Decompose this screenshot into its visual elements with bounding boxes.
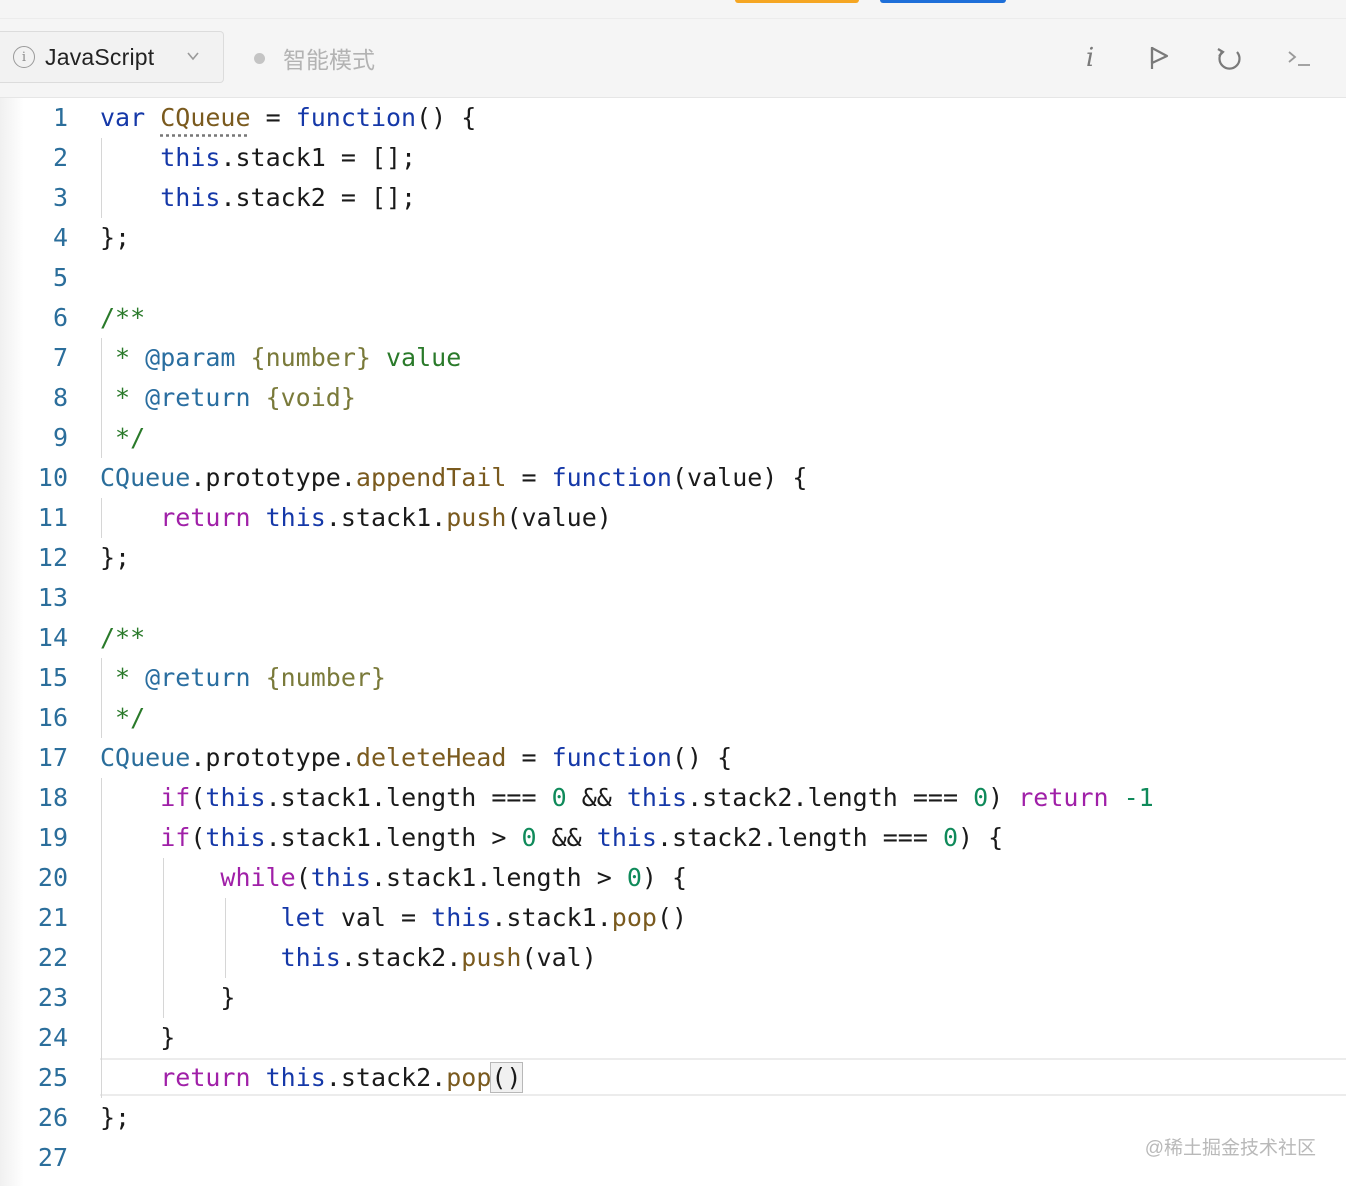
run-flag-icon[interactable] <box>1145 43 1175 73</box>
editor-toolbar: i JavaScript 智能模式 i <box>0 19 1346 98</box>
language-select[interactable]: i JavaScript <box>0 31 224 83</box>
code-line[interactable]: */ <box>100 698 145 738</box>
line-number: 4 <box>52 223 68 252</box>
top-tab-indicator-orange <box>735 0 859 3</box>
code-line[interactable]: this.stack1 = []; <box>100 138 416 178</box>
language-label: JavaScript <box>45 43 155 70</box>
smart-mode-toggle[interactable]: 智能模式 <box>254 39 375 77</box>
line-number: 20 <box>37 863 68 892</box>
line-number: 21 <box>37 903 68 932</box>
line-number: 14 <box>37 623 68 652</box>
line-number: 24 <box>37 1023 68 1052</box>
line-number: 10 <box>37 463 68 492</box>
code-line[interactable]: /** <box>100 298 145 338</box>
line-number: 23 <box>37 983 68 1012</box>
chevron-down-icon <box>187 52 199 61</box>
code-line[interactable]: var CQueue = function() { <box>100 98 476 138</box>
code-line[interactable]: this.stack2.push(val) <box>100 938 597 978</box>
line-number: 12 <box>37 543 68 572</box>
code-line[interactable]: }; <box>100 538 130 578</box>
code-line[interactable]: if(this.stack1.length > 0 && this.stack2… <box>100 818 1003 858</box>
code-line[interactable]: CQueue.prototype.appendTail = function(v… <box>100 458 807 498</box>
code-line[interactable]: } <box>100 978 235 1018</box>
code-line[interactable]: while(this.stack1.length > 0) { <box>100 858 687 898</box>
line-number: 15 <box>37 663 68 692</box>
line-number: 3 <box>52 183 68 212</box>
line-number: 6 <box>52 303 68 332</box>
code-line[interactable]: */ <box>100 418 145 458</box>
status-dot-icon <box>254 52 265 64</box>
line-number: 27 <box>37 1143 68 1172</box>
line-number: 19 <box>37 823 68 852</box>
smart-mode-label: 智能模式 <box>283 47 375 73</box>
code-line[interactable]: }; <box>100 218 130 258</box>
line-number: 11 <box>37 503 68 532</box>
code-line[interactable]: /** <box>100 618 145 658</box>
code-line[interactable]: * @param {number} value <box>100 338 461 378</box>
line-number-gutter: 1 2 3 4 5 6 7 8 9 10 11 12 13 14 15 16 1… <box>0 98 84 1186</box>
line-number: 18 <box>37 783 68 812</box>
watermark: @稀土掘金技术社区 <box>1144 1138 1316 1159</box>
line-number: 8 <box>52 383 68 412</box>
code-line[interactable]: * @return {number} <box>100 658 386 698</box>
line-number: 1 <box>52 103 68 132</box>
line-number: 7 <box>52 343 68 372</box>
line-number: 9 <box>52 423 68 452</box>
line-number: 25 <box>37 1063 68 1092</box>
code-line[interactable]: return this.stack2.pop() <box>100 1058 523 1098</box>
info-circle-icon: i <box>13 46 35 68</box>
code-line[interactable]: return this.stack1.push(value) <box>100 498 612 538</box>
line-number: 22 <box>37 943 68 972</box>
code-line[interactable]: this.stack2 = []; <box>100 178 416 218</box>
code-line[interactable]: let val = this.stack1.pop() <box>100 898 687 938</box>
line-number: 26 <box>37 1103 68 1132</box>
line-number: 16 <box>37 703 68 732</box>
line-number: 2 <box>52 143 68 172</box>
code-line[interactable]: CQueue.prototype.deleteHead = function()… <box>100 738 732 778</box>
code-line[interactable]: } <box>100 1018 175 1058</box>
info-icon[interactable]: i <box>1075 43 1105 73</box>
code-line[interactable]: * @return {void} <box>100 378 356 418</box>
line-number: 5 <box>52 263 68 292</box>
code-line[interactable]: }; <box>100 1098 130 1138</box>
line-number: 17 <box>37 743 68 772</box>
line-number: 13 <box>37 583 68 612</box>
code-line[interactable]: if(this.stack1.length === 0 && this.stac… <box>100 778 1154 818</box>
window-top-strip <box>0 0 1346 19</box>
top-tab-indicator-blue <box>880 0 1006 3</box>
reset-icon[interactable] <box>1214 43 1244 73</box>
terminal-icon[interactable] <box>1284 43 1314 73</box>
code-editor[interactable]: var CQueue = function() { this.stack1 = … <box>100 98 1346 1186</box>
